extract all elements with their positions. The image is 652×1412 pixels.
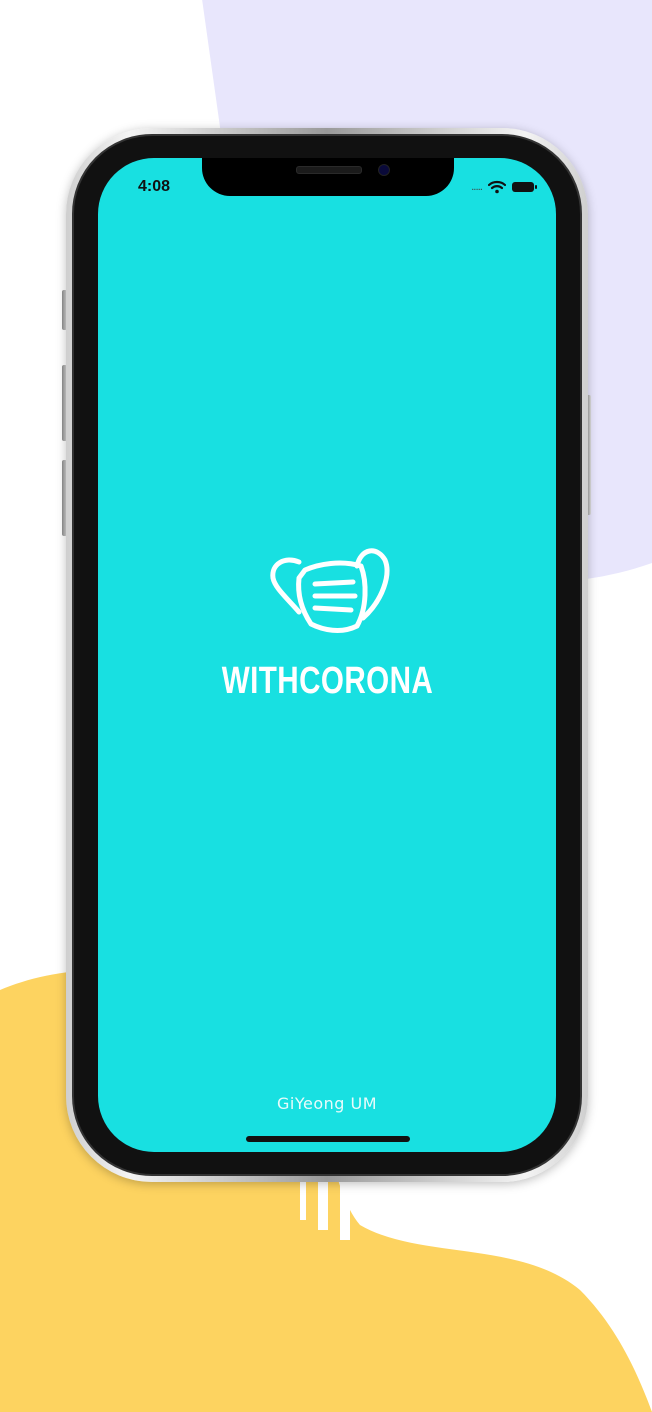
status-icons: ..... [471, 180, 537, 194]
speaker-grille [296, 166, 362, 174]
cellular-signal-icon: ..... [471, 181, 483, 193]
home-indicator[interactable] [246, 1136, 410, 1142]
battery-icon [512, 182, 537, 192]
author-credit: GiYeong UM [276, 1094, 378, 1113]
status-time: 4:08 [138, 178, 171, 195]
front-camera [378, 164, 390, 176]
notch [202, 158, 454, 196]
wifi-icon [488, 180, 506, 194]
splash-logo: WITHCORONA [98, 538, 556, 703]
app-name: WITHCORONA [221, 660, 433, 702]
app-screen: 4:08 ..... WITHCORONA GiYeong UM [98, 158, 556, 1152]
face-mask-icon [270, 548, 390, 633]
